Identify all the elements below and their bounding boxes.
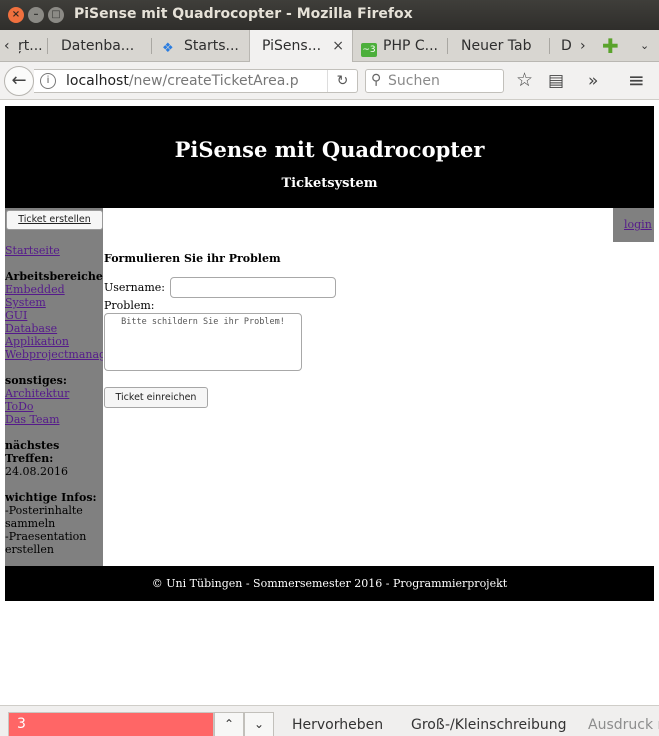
search-placeholder: Suchen: [388, 73, 440, 89]
web-content: PiSense mit Quadrocopter Ticketsystem Ti…: [0, 101, 659, 705]
tab-list-chevron-down-icon[interactable]: ⌄: [640, 30, 649, 62]
sidebar: Ticket erstellen Startseite Arbeitsberei…: [5, 208, 103, 566]
menu-hamburger-icon[interactable]: ≡: [628, 68, 645, 92]
sidebar-workspaces-block: Arbeitsbereiche Embedded System GUI Data…: [5, 270, 103, 361]
find-bar: 3 ⌃ ⌄ Hervorheben Groß-/Kleinschreibung …: [0, 705, 659, 736]
sidebar-heading-naechstes: nächstes: [5, 439, 60, 452]
library-icon[interactable]: ▤: [548, 71, 564, 91]
site-title: PiSense mit Quadrocopter: [174, 137, 485, 162]
tab-label: Datenba...: [61, 38, 135, 54]
tab-startseite[interactable]: ❖ Starts...: [152, 30, 249, 62]
sidebar-heading-infos: wichtige Infos:: [5, 491, 97, 504]
sidebar-link-database[interactable]: Database: [5, 322, 103, 335]
highlight-all-toggle[interactable]: Hervorheben: [292, 717, 383, 733]
find-previous-chevron-up-icon[interactable]: ⌃: [214, 712, 244, 736]
tab-datenbank[interactable]: Datenba...: [48, 30, 152, 62]
sidebar-link-das-team[interactable]: Das Team: [5, 413, 103, 426]
sidebar-home-block: Startseite: [5, 244, 103, 257]
tab-neuer-tab[interactable]: Neuer Tab: [448, 30, 550, 62]
form-title: Formulieren Sie ihr Problem: [104, 252, 281, 265]
url-path: /new/createTicketArea.p: [128, 73, 299, 89]
tab-strip: ‹ ŗt... Datenba... ❖ Starts... PiSens... …: [0, 30, 659, 62]
sidebar-link-gui[interactable]: GUI: [5, 309, 103, 322]
whole-words-toggle[interactable]: Ausdruck m: [588, 717, 659, 733]
sidebar-link-architektur[interactable]: Architektur: [5, 387, 103, 400]
window-close-button[interactable]: ×: [8, 7, 24, 23]
navigation-bar: i localhost/new/createTicketArea.p ↻ ← ⚲…: [0, 62, 659, 100]
sidebar-info-line: erstellen: [5, 543, 54, 556]
create-ticket-button[interactable]: Ticket erstellen: [6, 210, 103, 230]
overflow-chevron-icon[interactable]: »: [588, 71, 598, 91]
sidebar-info-line: -Praesentation: [5, 530, 87, 543]
reload-icon[interactable]: ↻: [327, 70, 357, 92]
tab-d[interactable]: D: [550, 30, 574, 62]
problem-placeholder: Bitte schildern Sie ihr Problem!: [121, 317, 285, 327]
window-maximize-button[interactable]: □: [48, 7, 64, 23]
find-input[interactable]: 3: [8, 712, 214, 736]
match-case-toggle[interactable]: Groß-/Kleinschreibung: [411, 717, 567, 733]
site-subtitle: Ticketsystem: [281, 176, 378, 191]
site-footer: © Uni Tübingen - Sommersemester 2016 - P…: [5, 566, 654, 601]
tab-scroll-left-button[interactable]: ‹: [4, 30, 10, 62]
window-title: PiSense mit Quadrocopter - Mozilla Firef…: [74, 6, 413, 22]
search-input[interactable]: ⚲ Suchen: [365, 69, 504, 93]
sidebar-info-block: wichtige Infos: -Posterinhalte sammeln -…: [5, 491, 103, 556]
sidebar-heading-arbeitsbereiche: Arbeitsbereiche: [5, 270, 103, 283]
find-next-chevron-down-icon[interactable]: ⌄: [244, 712, 274, 736]
submit-ticket-button[interactable]: Ticket einreichen: [104, 387, 208, 408]
problem-textarea[interactable]: Bitte schildern Sie ihr Problem!: [104, 313, 302, 371]
login-box: login: [613, 208, 654, 242]
sidebar-meeting-date: 24.08.2016: [5, 465, 68, 478]
site-header: PiSense mit Quadrocopter Ticketsystem: [5, 106, 654, 208]
tab-scroll-right-button[interactable]: ›: [580, 30, 586, 62]
sidebar-link-applikation[interactable]: Applikation: [5, 335, 103, 348]
sidebar-heading-treffen: Treffen:: [5, 452, 54, 465]
problem-label: Problem:: [104, 299, 155, 312]
close-tab-icon[interactable]: ×: [332, 30, 344, 62]
tab-label: Neuer Tab: [461, 38, 532, 54]
window-minimize-button[interactable]: –: [28, 7, 44, 23]
url-bar[interactable]: i localhost/new/createTicketArea.p ↻: [34, 69, 358, 93]
sidebar-link-embedded[interactable]: Embedded: [5, 283, 103, 296]
username-field[interactable]: [170, 277, 336, 298]
tab-label: Starts...: [184, 38, 239, 54]
tab-label: ŗt...: [18, 38, 43, 54]
url-text[interactable]: localhost/new/createTicketArea.p: [66, 73, 299, 89]
bookmark-star-icon[interactable]: ☆: [516, 69, 533, 91]
search-icon: ⚲: [371, 72, 382, 88]
tab-php[interactable]: ~3 PHP C...: [353, 30, 448, 62]
tab-pisense[interactable]: PiSens... ×: [249, 30, 353, 62]
sidebar-misc-block: sonstiges: Architektur ToDo Das Team: [5, 374, 103, 426]
tab-label: PHP C...: [383, 38, 438, 54]
tab-label: PiSens...: [262, 38, 322, 54]
sidebar-link-webprojectmanagement[interactable]: Webprojectmanagement: [5, 348, 103, 361]
sidebar-heading-sonstiges: sonstiges:: [5, 374, 67, 387]
tab-1[interactable]: ŗt...: [18, 30, 48, 62]
dropbox-icon: ❖: [162, 41, 174, 56]
sidebar-link-startseite[interactable]: Startseite: [5, 244, 103, 257]
back-arrow-icon[interactable]: ←: [4, 66, 34, 96]
sidebar-link-system[interactable]: System: [5, 296, 103, 309]
username-label: Username:: [104, 281, 165, 294]
sidebar-info-line: sammeln: [5, 517, 56, 530]
url-host: localhost: [66, 73, 129, 89]
info-icon[interactable]: i: [40, 73, 56, 89]
tab-label: D: [561, 38, 572, 54]
window-titlebar: × – □ PiSense mit Quadrocopter - Mozilla…: [0, 0, 659, 30]
new-tab-plus-icon[interactable]: ✚: [602, 30, 619, 62]
sidebar-link-todo[interactable]: ToDo: [5, 400, 103, 413]
sidebar-info-line: -Posterinhalte: [5, 504, 83, 517]
php-icon: ~3: [361, 43, 377, 57]
sidebar-meeting-block: nächstes Treffen: 24.08.2016: [5, 439, 103, 478]
login-link[interactable]: login: [624, 218, 652, 231]
